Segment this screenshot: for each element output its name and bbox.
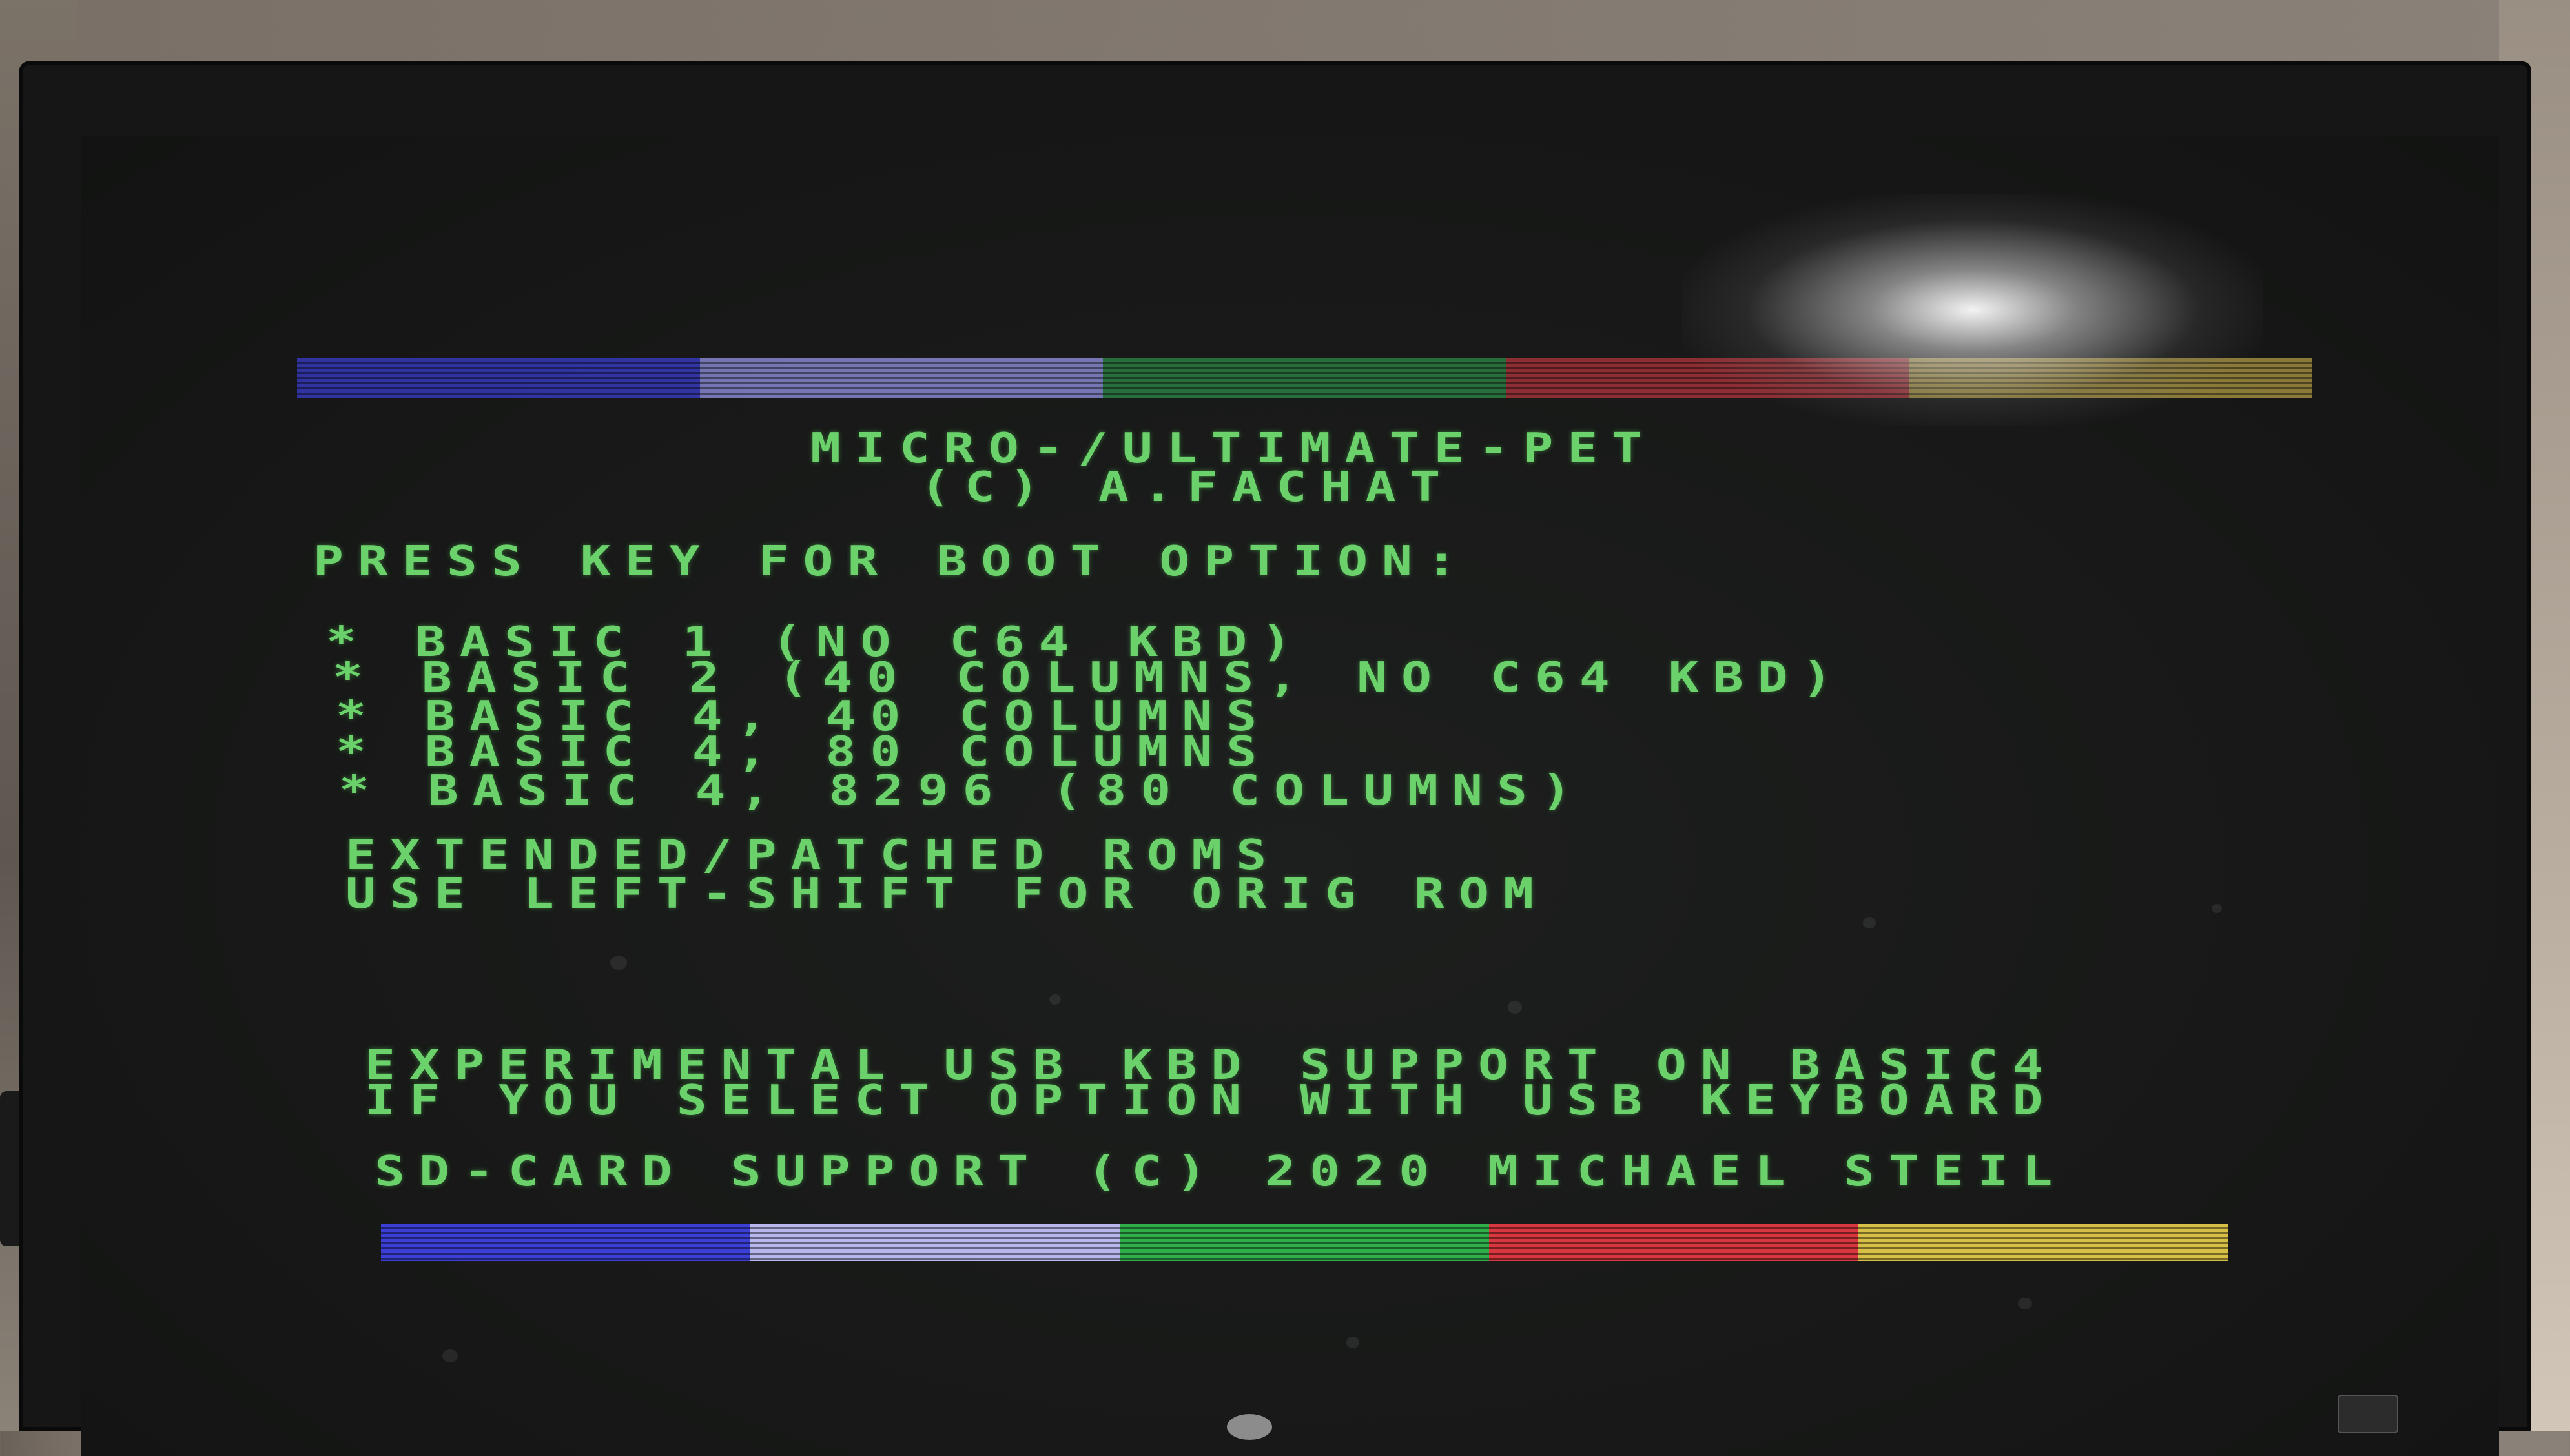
color-bar-segment-red — [1489, 1224, 1858, 1261]
monitor-bezel: MICRO-/ULTIMATE-PET (C) A.FACHAT PRESS K… — [19, 61, 2531, 1456]
boot-option-4[interactable]: * BASIC 4, 80 COLUMNS — [336, 732, 1271, 773]
usb-note-line-2: IF YOU SELECT OPTION WITH USB KEYBOARD — [365, 1076, 2057, 1125]
color-bar-segment-yellow — [1858, 1224, 2228, 1261]
dust-speck — [442, 1349, 458, 1362]
dust-speck — [1863, 917, 1876, 928]
roms-note-line-2: USE LEFT-SHIFT FOR ORIG ROM — [345, 870, 1548, 918]
boot-prompt: PRESS KEY FOR BOOT OPTION: — [313, 537, 1471, 586]
monitor-screen: MICRO-/ULTIMATE-PET (C) A.FACHAT PRESS K… — [81, 136, 2499, 1456]
color-bar-segment-lavender — [750, 1224, 1120, 1261]
dust-speck — [1508, 1001, 1522, 1014]
title-line-1: MICRO-/ULTIMATE-PET — [810, 424, 1657, 473]
color-bar-segment-blue — [381, 1224, 750, 1261]
color-bar-segment-green — [1120, 1224, 1489, 1261]
color-bar-segment-lavender — [700, 358, 1103, 398]
color-bar-bottom — [381, 1224, 2228, 1261]
dust-speck — [610, 956, 627, 970]
color-bar-segment-red — [1506, 358, 1909, 398]
boot-option-2[interactable]: * BASIC 2 (40 COLUMNS, NO C64 KBD) — [333, 657, 1847, 699]
dust-speck — [2212, 904, 2222, 913]
color-bar-segment-blue — [297, 358, 700, 398]
energy-label — [2338, 1395, 2398, 1433]
color-bar-top — [297, 358, 2312, 398]
color-bar-segment-green — [1103, 358, 1506, 398]
boot-option-5[interactable]: * BASIC 4, 8296 (80 COLUMNS) — [339, 770, 1586, 812]
dust-speck — [1049, 994, 1061, 1005]
monitor-logo — [1227, 1414, 1272, 1440]
color-bar-segment-yellow — [1909, 358, 2312, 398]
dust-speck — [1346, 1337, 1359, 1348]
dust-speck — [2018, 1298, 2032, 1309]
title-line-2: (C) A.FACHAT — [920, 463, 1455, 511]
sd-card-credit: SD-CARD SUPPORT (C) 2020 MICHAEL STEIL — [375, 1147, 2067, 1196]
roms-note-line-1: EXTENDED/PATCHED ROMS — [345, 831, 1281, 879]
